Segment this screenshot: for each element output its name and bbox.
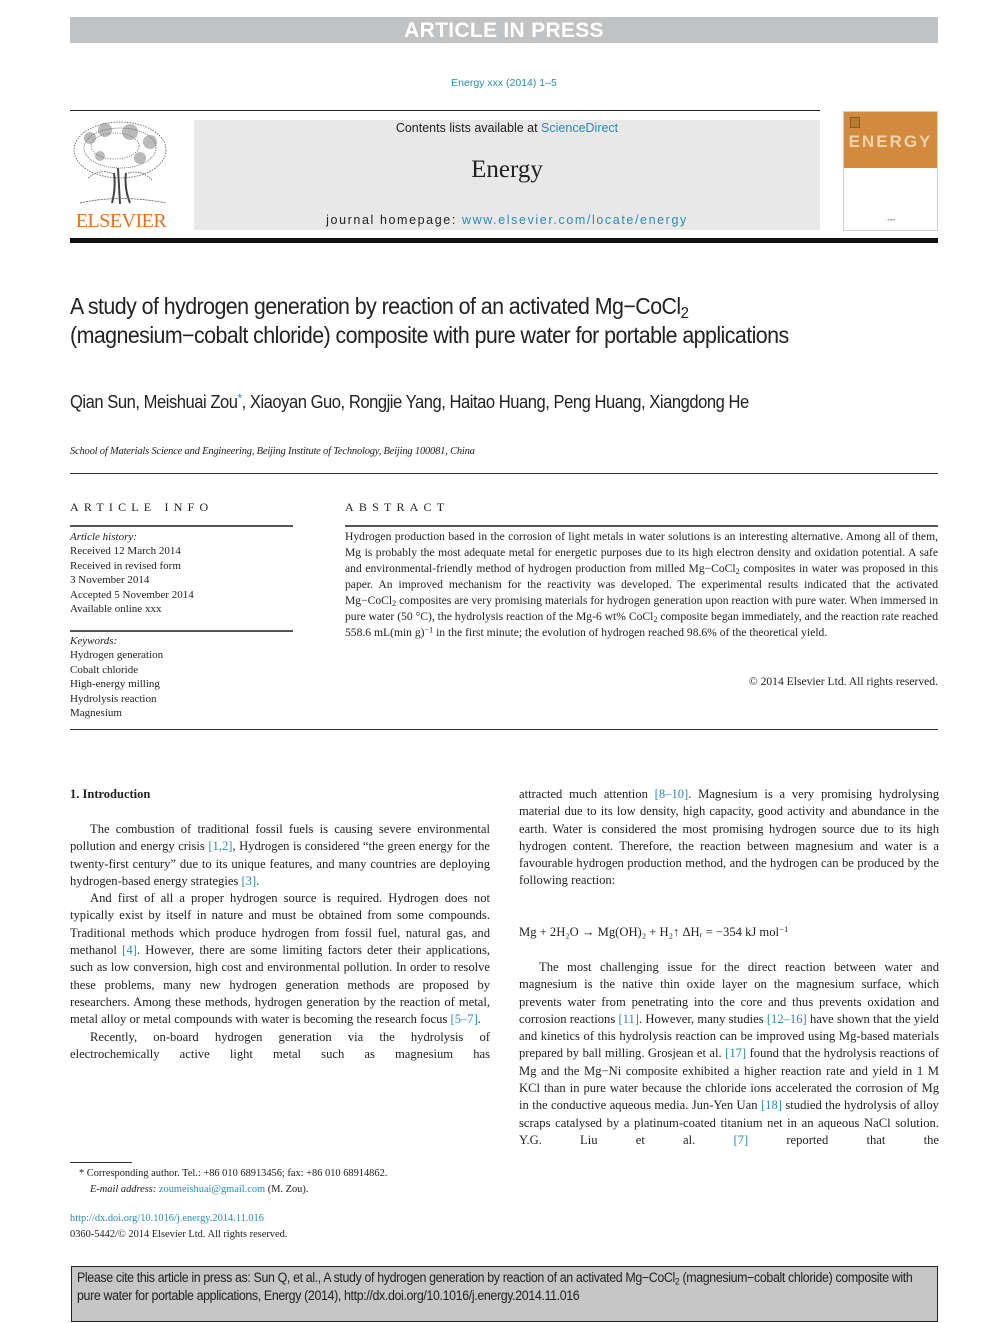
journal-name: Energy bbox=[471, 156, 543, 183]
abstract-rule bbox=[345, 525, 938, 527]
header-rule bbox=[70, 110, 820, 111]
affiliation: School of Materials Science and Engineer… bbox=[70, 446, 475, 457]
body-column-left: The combustion of traditional fossil fue… bbox=[70, 821, 490, 1063]
issn-line: 0360-5442/© 2014 Elsevier Ltd. All right… bbox=[70, 1228, 288, 1240]
keywords-label: Keywords: bbox=[70, 635, 118, 647]
doi-block: http://dx.doi.org/10.1016/j.energy.2014.… bbox=[70, 1211, 287, 1242]
doi-link[interactable]: http://dx.doi.org/10.1016/j.energy.2014.… bbox=[70, 1213, 264, 1224]
homepage-line: journal homepage: www.elsevier.com/locat… bbox=[194, 213, 820, 227]
citation-link[interactable]: [11] bbox=[618, 1012, 639, 1026]
text: . However, many studies bbox=[639, 1011, 767, 1026]
keyword-item: Hydrolysis reaction bbox=[70, 692, 157, 705]
superscript: −1 bbox=[424, 625, 434, 635]
article-info-rule bbox=[70, 525, 293, 527]
journal-reference-link[interactable]: Energy xxx (2014) 1–5 bbox=[0, 77, 992, 89]
introduction-heading: 1. Introduction bbox=[70, 787, 151, 801]
paragraph: And first of all a proper hydrogen sourc… bbox=[70, 891, 491, 1027]
footnote-text: Corresponding author. Tel.: +86 010 6891… bbox=[84, 1168, 388, 1179]
keyword-item: Hydrogen generation bbox=[70, 649, 164, 662]
citation-link[interactable]: [5–7] bbox=[451, 1012, 478, 1026]
text: reported that the bbox=[748, 1132, 939, 1147]
paragraph: Recently, on-board hydrogen generation v… bbox=[70, 1029, 490, 1064]
history-item: Available online xxx bbox=[70, 603, 162, 616]
citation-link[interactable]: [12–16] bbox=[767, 1012, 807, 1026]
cover-publisher-badge bbox=[850, 117, 860, 128]
article-history: Article history: Received 12 March 2014 … bbox=[70, 530, 292, 616]
title-text-part2: (magnesium−cobalt chloride) composite wi… bbox=[70, 321, 789, 348]
footnote-rule bbox=[70, 1162, 132, 1163]
citation-text: Please cite this article in press as: Su… bbox=[77, 1270, 675, 1285]
abstract-text: in the first minute; the evolution of hy… bbox=[433, 626, 828, 639]
abstract-copyright: © 2014 Elsevier Ltd. All rights reserved… bbox=[748, 675, 938, 688]
footnote: * Corresponding author. Tel.: +86 010 68… bbox=[70, 1166, 490, 1197]
article-in-press-banner: ARTICLE IN PRESS bbox=[70, 17, 938, 43]
paragraph: The combustion of traditional fossil fue… bbox=[70, 822, 490, 888]
reaction-equation: Mg + 2H₂O → Mg(OH)₂ + H₂↑ ΔHᵣ = −354 kJ … bbox=[519, 925, 788, 940]
history-item: Received in revised form bbox=[70, 559, 181, 572]
history-label: Article history: bbox=[70, 531, 137, 543]
citation-link[interactable]: [4] bbox=[122, 943, 137, 957]
paragraph: The most challenging issue for the direc… bbox=[519, 959, 939, 1149]
paragraph: attracted much attention [8–10]. Magnesi… bbox=[519, 786, 939, 890]
text: attracted much attention bbox=[519, 787, 655, 801]
cover-footer-mark: ▫ ▪▪▪▪▪ bbox=[885, 217, 896, 222]
email-suffix: (M. Zou). bbox=[265, 1183, 309, 1195]
history-item: Received 12 March 2014 bbox=[70, 545, 181, 558]
sciencedirect-link[interactable]: ScienceDirect bbox=[541, 121, 618, 135]
homepage-prefix: journal homepage: bbox=[326, 213, 462, 227]
journal-cover-thumbnail[interactable]: ENERGY ▫ ▪▪▪▪▪ bbox=[843, 111, 938, 231]
article-title: A study of hydrogen generation by reacti… bbox=[70, 292, 861, 349]
citation-link[interactable]: [7] bbox=[733, 1133, 748, 1147]
citation-link[interactable]: [8–10] bbox=[655, 787, 689, 801]
cover-title: ENERGY bbox=[848, 132, 933, 151]
text: Recently, on-board hydrogen generation v… bbox=[70, 1029, 490, 1061]
email-line: E-mail address: zoumeishuai@gmail.com (M… bbox=[70, 1182, 490, 1198]
abstract-body: Hydrogen production based in the corrosi… bbox=[345, 529, 938, 641]
keywords-list: Keywords: Hydrogen generation Cobalt chl… bbox=[70, 634, 292, 720]
citation-link[interactable]: [18] bbox=[761, 1098, 782, 1112]
citation-link[interactable]: [3] bbox=[241, 874, 256, 888]
title-subscript: 2 bbox=[680, 304, 689, 323]
section-rule-bottom bbox=[70, 729, 938, 730]
author-list: Qian Sun, Meishuai Zou*, Xiaoyan Guo, Ro… bbox=[70, 391, 824, 413]
keyword-item: High-energy milling bbox=[70, 678, 160, 691]
authors-rest: , Xiaoyan Guo, Rongjie Yang, Haitao Huan… bbox=[241, 392, 750, 412]
text: . Magnesium is a very promising hydrolys… bbox=[519, 787, 939, 888]
corresponding-author-note: * Corresponding author. Tel.: +86 010 68… bbox=[70, 1166, 490, 1182]
authors-first: Qian Sun, Meishuai Zou bbox=[70, 392, 238, 412]
abstract-heading: ABSTRACT bbox=[345, 500, 450, 514]
citation-box: Please cite this article in press as: Su… bbox=[71, 1266, 938, 1322]
elsevier-logo[interactable]: ELSEVIER bbox=[70, 118, 172, 233]
title-text-part1: A study of hydrogen generation by reacti… bbox=[70, 293, 681, 319]
article-info-heading: ARTICLE INFO bbox=[70, 500, 214, 514]
keyword-item: Cobalt chloride bbox=[70, 663, 139, 676]
header-thick-rule bbox=[70, 238, 938, 243]
equation-text: Mg + 2H₂O → Mg(OH)₂ + H₂↑ ΔHᵣ = −354 kJ … bbox=[519, 925, 780, 939]
elsevier-tree-icon bbox=[70, 118, 172, 208]
body-column-right-cont: The most challenging issue for the direc… bbox=[519, 959, 939, 1149]
citation-link[interactable]: [17] bbox=[725, 1046, 746, 1060]
history-item: Accepted 5 November 2014 bbox=[70, 588, 194, 601]
section-rule bbox=[70, 473, 938, 474]
cover-band: ENERGY bbox=[844, 112, 937, 168]
journal-masthead: Contents lists available at ScienceDirec… bbox=[194, 120, 820, 230]
email-link[interactable]: zoumeishuai@gmail.com bbox=[159, 1184, 265, 1195]
body-column-right: attracted much attention [8–10]. Magnesi… bbox=[519, 786, 939, 890]
keywords-rule bbox=[70, 630, 293, 632]
email-label: E-mail address: bbox=[90, 1183, 159, 1195]
contents-line: Contents lists available at ScienceDirec… bbox=[194, 121, 820, 135]
contents-prefix: Contents lists available at bbox=[395, 121, 542, 135]
journal-homepage-link[interactable]: www.elsevier.com/locate/energy bbox=[462, 213, 688, 227]
keyword-item: Magnesium bbox=[70, 707, 122, 720]
history-item: 3 November 2014 bbox=[70, 574, 150, 587]
citation-link[interactable]: [1,2] bbox=[208, 839, 232, 853]
superscript: −1 bbox=[779, 924, 789, 935]
elsevier-wordmark: ELSEVIER bbox=[75, 210, 167, 232]
